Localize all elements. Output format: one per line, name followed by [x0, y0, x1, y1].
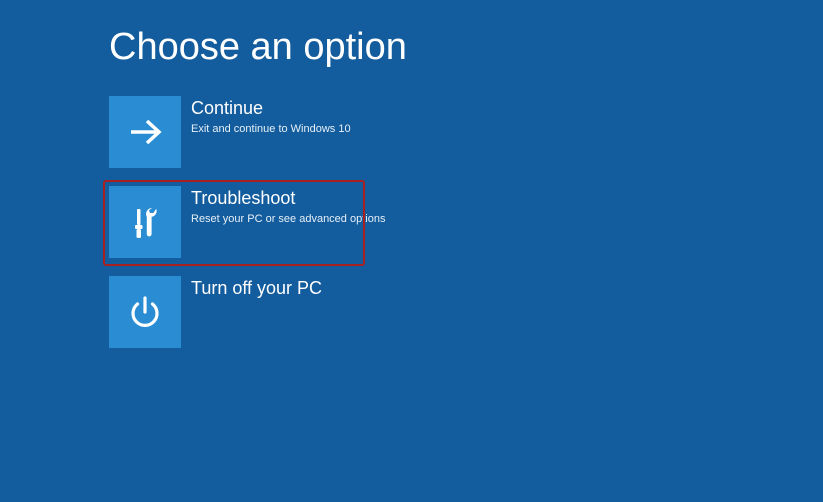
power-icon	[109, 276, 181, 348]
option-continue[interactable]: Continue Exit and continue to Windows 10	[109, 96, 385, 168]
option-turnoff-title: Turn off your PC	[191, 278, 322, 300]
arrow-right-icon	[109, 96, 181, 168]
option-troubleshoot[interactable]: Troubleshoot Reset your PC or see advanc…	[109, 186, 385, 258]
page-title: Choose an option	[109, 26, 407, 69]
options-list: Continue Exit and continue to Windows 10…	[109, 96, 385, 366]
option-troubleshoot-title: Troubleshoot	[191, 188, 385, 210]
option-turnoff[interactable]: Turn off your PC	[109, 276, 385, 348]
option-troubleshoot-desc: Reset your PC or see advanced options	[191, 213, 385, 225]
tools-icon	[109, 186, 181, 258]
option-troubleshoot-text: Troubleshoot Reset your PC or see advanc…	[191, 186, 385, 225]
option-continue-title: Continue	[191, 98, 351, 120]
option-continue-desc: Exit and continue to Windows 10	[191, 123, 351, 135]
option-continue-text: Continue Exit and continue to Windows 10	[191, 96, 351, 135]
option-turnoff-text: Turn off your PC	[191, 276, 322, 303]
